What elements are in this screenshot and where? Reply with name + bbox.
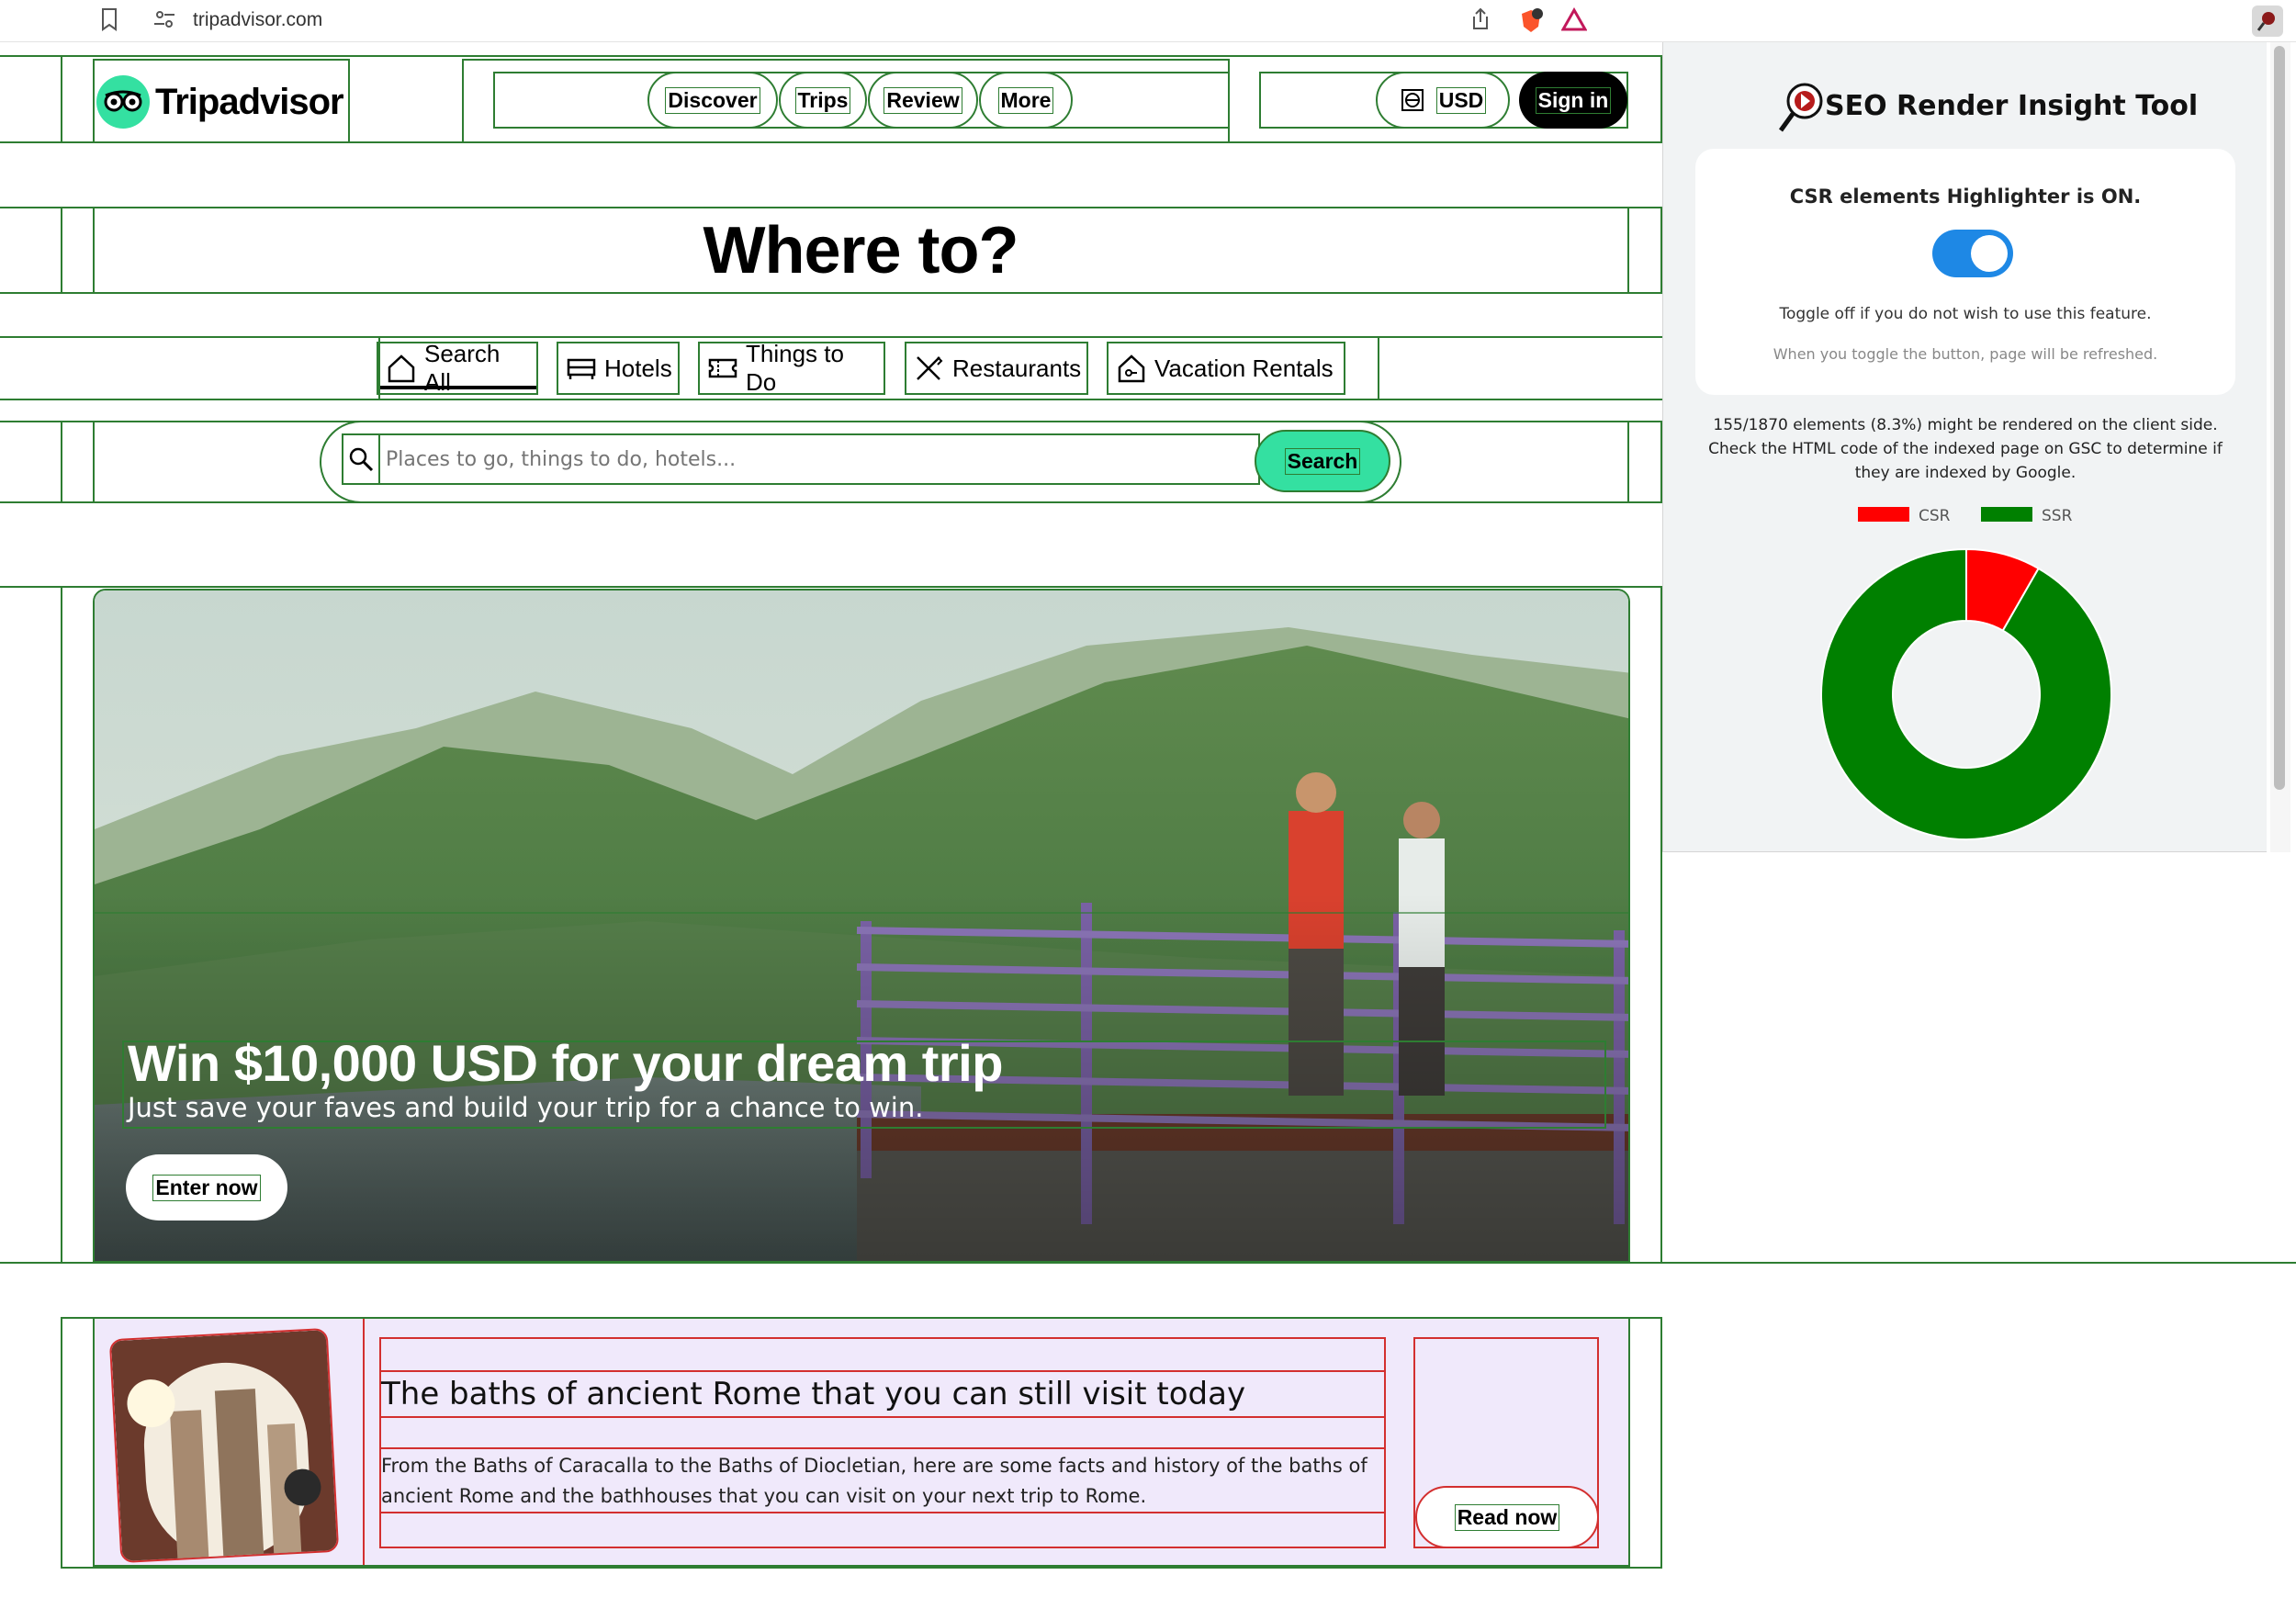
extension-popup: SEO Render Insight Tool CSR elements Hig… [1662, 42, 2267, 852]
tab-active-indicator [380, 386, 536, 389]
chart-slice-ssr[interactable] [1820, 547, 2112, 840]
sign-in-button[interactable]: Sign in [1519, 72, 1627, 129]
address-bar[interactable]: tripadvisor.com [193, 9, 322, 31]
extension-title: SEO Render Insight Tool [1825, 90, 2199, 122]
toggle-hint: Toggle off if you do not wish to use thi… [1779, 305, 2152, 323]
brave-rewards-icon[interactable] [1560, 6, 1588, 39]
currency-button[interactable]: USD [1376, 72, 1510, 129]
brave-shield-icon[interactable] [1517, 7, 1545, 41]
fork-knife-icon [917, 356, 943, 380]
legend-swatch-csr [1858, 507, 1909, 522]
site-settings-icon[interactable] [152, 7, 176, 38]
popup-scrollbar-thumb[interactable] [2274, 46, 2285, 790]
extension-seo-icon[interactable] [2252, 6, 2283, 43]
hero-heading-container: Where to? [93, 207, 1628, 294]
refresh-note: When you toggle the button, page will be… [1773, 345, 2158, 363]
enter-now-button[interactable]: Enter now [126, 1154, 287, 1221]
page-title: Where to? [703, 213, 1019, 287]
logo-link[interactable]: Tripadvisor [93, 59, 350, 143]
search-icon [343, 435, 380, 483]
browser-toolbar: tripadvisor.com [0, 0, 2296, 42]
highlighter-status: CSR elements Highlighter is ON. [1789, 186, 2142, 208]
search-input[interactable] [386, 441, 1240, 478]
nav-more[interactable]: More [979, 72, 1073, 129]
house-key-icon [1118, 354, 1145, 383]
csr-summary: 155/1870 elements (8.3%) might be render… [1708, 416, 2223, 482]
article-image [108, 1327, 340, 1564]
promo-title: Win $10,000 USD for your dream trip [128, 1034, 1003, 1092]
highlighter-toggle[interactable] [1932, 230, 2013, 277]
globe-icon [1401, 89, 1424, 111]
csr-ssr-chart: CSR SSR [1820, 507, 2112, 840]
toggle-knob [1971, 235, 2008, 272]
seo-magnifier-icon [1777, 81, 1825, 139]
article-title[interactable]: The baths of ancient Rome that you can s… [381, 1376, 1245, 1412]
tab-hotels[interactable]: Hotels [557, 342, 680, 395]
share-icon[interactable] [1469, 7, 1491, 38]
highlighter-panel: CSR elements Highlighter is ON. Toggle o… [1695, 149, 2235, 395]
nav-review[interactable]: Review [868, 72, 978, 129]
bookmark-icon[interactable] [99, 7, 119, 38]
tab-vacation-rentals[interactable]: Vacation Rentals [1107, 342, 1345, 395]
article-card: The baths of ancient Rome that you can s… [93, 1317, 1630, 1567]
nav-trips[interactable]: Trips [779, 72, 867, 129]
promo-subtitle: Just save your faves and build your trip… [128, 1092, 924, 1123]
home-icon [388, 354, 415, 383]
legend-swatch-ssr [1981, 507, 2032, 522]
legend-label-csr: CSR [1919, 507, 1951, 525]
tripadvisor-owl-icon [96, 75, 150, 129]
read-now-button[interactable]: Read now [1415, 1486, 1599, 1548]
search-button[interactable]: Search [1255, 430, 1390, 492]
ticket-icon [708, 358, 737, 378]
nav-discover[interactable]: Discover [647, 72, 778, 129]
search-field-box [342, 433, 1260, 485]
promo-banner: Win $10,000 USD for your dream trip Just… [93, 589, 1630, 1263]
tab-things-to-do[interactable]: Things to Do [698, 340, 885, 396]
logo-text: Tripadvisor [155, 81, 344, 122]
promo-photo [95, 591, 1628, 1261]
bed-icon [567, 358, 596, 379]
article-text-box [379, 1337, 1386, 1548]
legend-label-ssr: SSR [2042, 507, 2073, 525]
article-description: From the Baths of Caracalla to the Baths… [381, 1455, 1367, 1507]
tab-restaurants[interactable]: Restaurants [905, 342, 1088, 395]
